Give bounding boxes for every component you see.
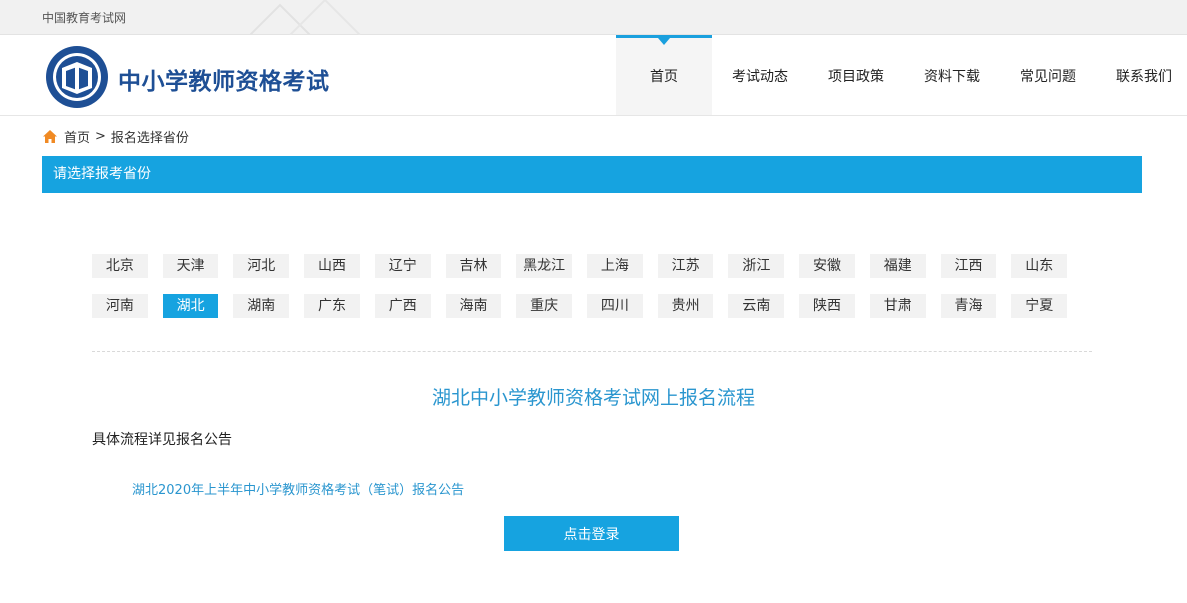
breadcrumb-current: 报名选择省份 [110,131,189,146]
dashed-divider [92,351,1092,352]
province-button[interactable]: 青海 [940,294,997,318]
province-button[interactable]: 天津 [162,254,219,278]
province-button[interactable]: 河北 [233,254,290,278]
nav-label: 联系我们 [1116,69,1172,85]
exam-logo-icon[interactable] [44,44,110,110]
nav-label: 项目政策 [828,69,884,85]
section-title-bar: 请选择报考省份 [42,156,1142,193]
province-button[interactable]: 山东 [1011,254,1068,278]
province-button[interactable]: 湖南 [233,294,290,318]
province-button[interactable]: 河南 [92,294,148,318]
province-button[interactable]: 云南 [728,294,785,318]
province-row: 北京 天津 河北 山西 辽宁 吉林 黑龙江 上海 江苏 浙江 安徽 福建 江西 … [92,254,1082,278]
breadcrumb-home-link[interactable]: 首页 [64,127,90,146]
province-button[interactable]: 江西 [940,254,997,278]
province-button[interactable]: 重庆 [516,294,573,318]
nav-exam-news[interactable]: 考试动态 [712,35,808,115]
province-button[interactable]: 山西 [304,254,360,278]
nav-downloads[interactable]: 资料下载 [904,35,1000,115]
nav-home[interactable]: 首页 [616,35,712,115]
notice-link[interactable]: 湖北2020年上半年中小学教师资格考试（笔试）报名公告 [132,479,464,498]
province-selector: 北京 天津 河北 山西 辽宁 吉林 黑龙江 上海 江苏 浙江 安徽 福建 江西 … [92,254,1082,334]
province-button[interactable]: 江苏 [657,254,714,278]
nav-faq[interactable]: 常见问题 [1000,35,1096,115]
province-button[interactable]: 甘肃 [869,294,926,318]
province-button[interactable]: 广东 [304,294,360,318]
province-button[interactable]: 宁夏 [1011,294,1068,318]
province-button[interactable]: 辽宁 [374,254,431,278]
flow-title: 湖北中小学教师资格考试网上报名流程 [431,387,755,409]
province-button[interactable]: 北京 [92,254,148,278]
nav-label: 常见问题 [1020,69,1076,85]
flow-description: 具体流程详见报名公告 [92,432,232,448]
province-button[interactable]: 海南 [445,294,502,318]
header: 中小学教师资格考试 首页 考试动态 项目政策 资料下载 常见问题 联系我们 [0,35,1187,116]
province-button[interactable]: 四川 [587,294,643,318]
province-button[interactable]: 黑龙江 [516,254,573,278]
province-button[interactable]: 陕西 [799,294,855,318]
province-button[interactable]: 浙江 [728,254,785,278]
province-button[interactable]: 吉林 [445,254,502,278]
brand-title[interactable]: 中小学教师资格考试 [118,62,330,96]
top-bar: 中国教育考试网 [0,0,1187,35]
decorative-mountain-graphic [250,0,361,35]
province-button[interactable]: 上海 [587,254,643,278]
province-button[interactable]: 安徽 [799,254,855,278]
nav-contact[interactable]: 联系我们 [1096,35,1187,115]
site-name[interactable]: 中国教育考试网 [42,9,126,26]
province-button[interactable]: 福建 [869,254,926,278]
province-button-selected[interactable]: 湖北 [162,294,219,318]
nav-policies[interactable]: 项目政策 [808,35,904,115]
active-caret-icon [658,38,670,45]
breadcrumb: 首页 > 报名选择省份 [42,127,189,146]
nav-label: 首页 [650,69,678,85]
nav-label: 考试动态 [732,69,788,85]
province-button[interactable]: 广西 [374,294,431,318]
province-button[interactable]: 贵州 [657,294,714,318]
nav-label: 资料下载 [924,69,980,85]
main-nav: 首页 考试动态 项目政策 资料下载 常见问题 联系我们 [616,35,1187,115]
province-row: 河南 湖北 湖南 广东 广西 海南 重庆 四川 贵州 云南 陕西 甘肃 青海 宁… [92,294,1082,318]
home-icon [43,130,57,143]
breadcrumb-separator: > [95,129,106,144]
login-button[interactable]: 点击登录 [504,516,679,551]
